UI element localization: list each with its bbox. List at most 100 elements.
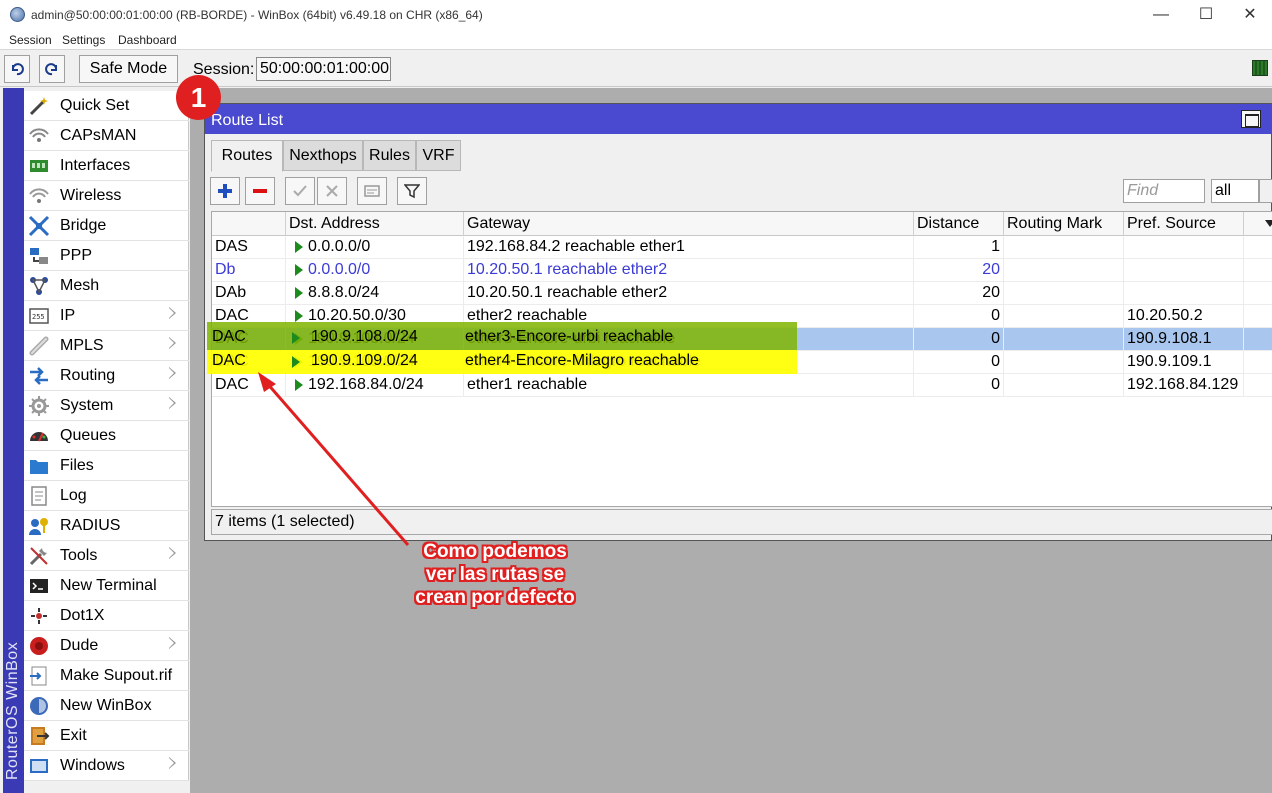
sidebar-item-dude[interactable]: Dude bbox=[24, 631, 189, 661]
filter-button[interactable] bbox=[397, 177, 427, 205]
sidebar-item-ip[interactable]: 255 IP bbox=[24, 301, 189, 331]
sidebar-item-windows[interactable]: Windows bbox=[24, 751, 189, 781]
cell-dst: 8.8.8.0/24 bbox=[286, 282, 464, 305]
sidebar-item-tools[interactable]: Tools bbox=[24, 541, 189, 571]
step-badge: 1 bbox=[176, 75, 221, 120]
find-input[interactable]: Find bbox=[1123, 179, 1205, 203]
session-field[interactable]: 50:00:00:01:00:00 bbox=[256, 57, 391, 81]
route-active-icon bbox=[295, 287, 303, 299]
sidebar-item-label: CAPsMAN bbox=[60, 127, 137, 144]
cell-distance: 20 bbox=[914, 259, 1004, 282]
chevron-down-icon[interactable] bbox=[1259, 179, 1272, 203]
sidebar-item-wireless[interactable]: Wireless bbox=[24, 181, 189, 211]
tab-vrf[interactable]: VRF bbox=[416, 140, 461, 171]
sidebar-item-capsman[interactable]: CAPsMAN bbox=[24, 121, 189, 151]
cell-routing-mark bbox=[1004, 328, 1124, 351]
highlight-gateway-6: ether4-Encore-Milagro reachable bbox=[465, 352, 699, 369]
column-menu-icon[interactable] bbox=[1265, 220, 1272, 227]
table-row[interactable]: DAS 0.0.0.0/0 192.168.84.2 reachable ether… bbox=[212, 236, 1272, 259]
maximize-button[interactable]: ☐ bbox=[1184, 4, 1228, 26]
cell-pref-source bbox=[1124, 236, 1244, 259]
add-button[interactable] bbox=[210, 177, 240, 205]
redo-button[interactable] bbox=[39, 55, 65, 83]
tab-routes[interactable]: Routes bbox=[211, 140, 283, 172]
redo-icon bbox=[45, 63, 58, 76]
cell-flags: DAb bbox=[212, 282, 286, 305]
table-row[interactable]: DAb 8.8.8.0/24 10.20.50.1 reachable ether2… bbox=[212, 282, 1272, 305]
terminal-icon bbox=[30, 579, 48, 593]
ip-icon: 255 bbox=[29, 308, 49, 324]
sidebar-item-log[interactable]: Log bbox=[24, 481, 189, 511]
disable-button[interactable] bbox=[317, 177, 347, 205]
close-button[interactable]: ✕ bbox=[1228, 4, 1272, 26]
sidebar-item-interfaces[interactable]: Interfaces bbox=[24, 151, 189, 181]
remove-button[interactable] bbox=[245, 177, 275, 205]
winbox-app-icon bbox=[10, 7, 25, 22]
cell-pref-source: 190.9.109.1 bbox=[1124, 351, 1244, 374]
ppp-icon bbox=[30, 248, 48, 264]
sidebar-item-ppp[interactable]: PPP bbox=[24, 241, 189, 271]
menu-session[interactable]: Session bbox=[9, 33, 52, 47]
sidebar-item-label: System bbox=[60, 397, 114, 414]
menu-dashboard[interactable]: Dashboard bbox=[118, 33, 177, 47]
gear-icon bbox=[29, 396, 49, 416]
winbox-icon bbox=[30, 697, 48, 715]
sidebar-item-label: RADIUS bbox=[60, 517, 121, 534]
col-routing-mark[interactable]: Routing Mark bbox=[1004, 212, 1124, 236]
window-maximize-button[interactable] bbox=[1241, 110, 1261, 128]
sidebar-item-radius[interactable]: RADIUS bbox=[24, 511, 189, 541]
tab-rules[interactable]: Rules bbox=[363, 140, 416, 171]
route-active-icon bbox=[295, 264, 303, 276]
cell-pref-source: 10.20.50.2 bbox=[1124, 305, 1244, 328]
cell-distance: 0 bbox=[914, 374, 1004, 397]
wand-icon bbox=[29, 97, 48, 116]
cell-dst: 192.168.84.0/24 bbox=[286, 374, 464, 397]
sidebar-item-exit[interactable]: Exit bbox=[24, 721, 189, 751]
menu-settings[interactable]: Settings bbox=[62, 33, 105, 47]
submenu-arrow-icon bbox=[169, 397, 176, 409]
comment-button[interactable] bbox=[357, 177, 387, 205]
annotation-line-3: crean por defecto bbox=[415, 587, 575, 608]
sidebar-item-label: New Terminal bbox=[60, 577, 157, 594]
sidebar-item-system[interactable]: System bbox=[24, 391, 189, 421]
sidebar-item-files[interactable]: Files bbox=[24, 451, 189, 481]
tab-nexthops[interactable]: Nexthops bbox=[283, 140, 363, 171]
folder-icon bbox=[30, 460, 48, 474]
cell-distance: 0 bbox=[914, 351, 1004, 374]
menu-bar: Session Settings Dashboard bbox=[0, 30, 1272, 50]
col-flags[interactable] bbox=[212, 212, 286, 236]
sidebar-item-quick-set[interactable]: Quick Set bbox=[24, 91, 189, 121]
minimize-button[interactable]: — bbox=[1139, 4, 1183, 26]
svg-text:255: 255 bbox=[32, 313, 45, 321]
sidebar-item-queues[interactable]: Queues bbox=[24, 421, 189, 451]
sidebar-item-dot1x[interactable]: Dot1X bbox=[24, 601, 189, 631]
col-pref-source[interactable]: Pref. Source bbox=[1124, 212, 1244, 236]
sidebar-item-label: Queues bbox=[60, 427, 117, 444]
cell-distance: 1 bbox=[914, 236, 1004, 259]
status-led-icon bbox=[1252, 60, 1268, 76]
col-gateway[interactable]: Gateway bbox=[464, 212, 914, 236]
route-window-titlebar[interactable]: Route List bbox=[205, 104, 1272, 134]
sidebar-item-label: Windows bbox=[60, 757, 125, 774]
cell-distance: 0 bbox=[914, 328, 1004, 351]
sidebar-item-mesh[interactable]: Mesh bbox=[24, 271, 189, 301]
undo-button[interactable] bbox=[4, 55, 30, 83]
sidebar-item-make-supout-rif[interactable]: Make Supout.rif bbox=[24, 661, 189, 691]
table-row[interactable]: DAC 192.168.84.0/24 ether1 reachable 0 192.1… bbox=[212, 374, 1272, 397]
sidebar-item-label: Bridge bbox=[60, 217, 107, 234]
col-dst-address[interactable]: Dst. Address bbox=[286, 212, 464, 236]
interfaces-icon bbox=[30, 160, 48, 172]
filter-select[interactable]: all bbox=[1211, 179, 1259, 203]
highlight-flags-6: DAC bbox=[212, 352, 246, 369]
sidebar-menu: Quick Set CAPsMAN Interfaces Wireless Bridge… bbox=[24, 91, 189, 781]
sidebar-item-new-terminal[interactable]: New Terminal bbox=[24, 571, 189, 601]
sidebar-item-mpls[interactable]: MPLS bbox=[24, 331, 189, 361]
route-active-icon bbox=[295, 241, 303, 253]
sidebar-item-new-winbox[interactable]: New WinBox bbox=[24, 691, 189, 721]
safe-mode-button[interactable]: Safe Mode bbox=[79, 55, 178, 83]
col-distance[interactable]: Distance bbox=[914, 212, 1004, 236]
enable-button[interactable] bbox=[285, 177, 315, 205]
sidebar-item-routing[interactable]: Routing bbox=[24, 361, 189, 391]
sidebar-item-bridge[interactable]: Bridge bbox=[24, 211, 189, 241]
table-row[interactable]: Db 0.0.0.0/0 10.20.50.1 reachable ether2 20 bbox=[212, 259, 1272, 282]
